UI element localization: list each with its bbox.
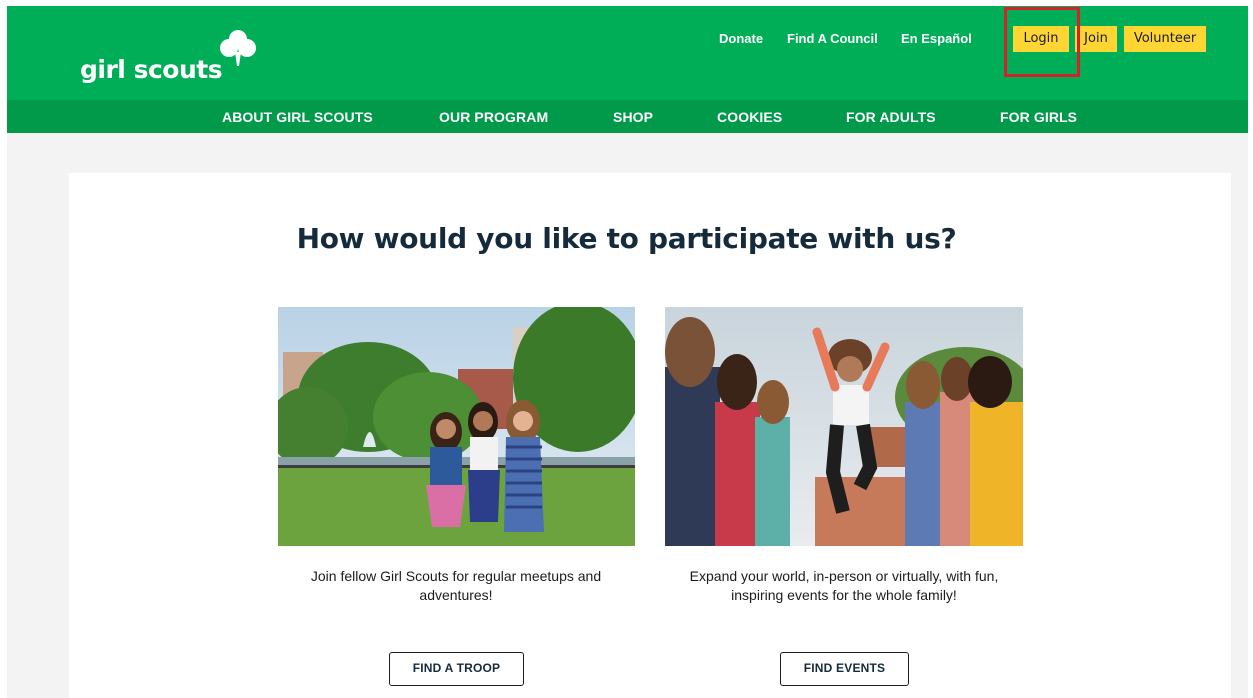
page-title: How would you like to participate with u…: [296, 222, 957, 255]
find-events-button[interactable]: FIND EVENTS: [780, 652, 909, 686]
events-description: Expand your world, in-person or virtuall…: [689, 568, 999, 603]
right-edge: [1248, 0, 1253, 698]
nav-for-adults[interactable]: FOR ADULTS: [846, 109, 936, 125]
left-edge: [0, 0, 7, 698]
nav-cookies[interactable]: COOKIES: [717, 109, 782, 125]
girl-scouts-logo[interactable]: girl scouts: [80, 28, 270, 88]
nav-our-program[interactable]: OUR PROGRAM: [439, 109, 548, 125]
troop-photo-image: [278, 307, 635, 546]
find-a-council-link-text[interactable]: Find A Council: [787, 31, 878, 46]
troop-description: Join fellow Girl Scouts for regular meet…: [310, 568, 602, 603]
main-navigation: ABOUT GIRL SCOUTS OUR PROGRAM SHOP COOKI…: [7, 100, 1248, 133]
join-button[interactable]: Join: [1075, 26, 1117, 52]
find-a-troop-button[interactable]: FIND A TROOP: [389, 652, 524, 686]
find-a-council-link[interactable]: Find A Council: [787, 31, 878, 51]
login-highlight-box: [1004, 7, 1080, 77]
nav-shop[interactable]: SHOP: [613, 109, 653, 125]
logo-wordmark: girl scouts: [80, 55, 223, 84]
events-photo: [665, 307, 1023, 546]
troop-photo: [278, 307, 635, 546]
nav-for-girls[interactable]: FOR GIRLS: [1000, 109, 1077, 125]
volunteer-button[interactable]: Volunteer: [1124, 26, 1206, 52]
site-header: girl scouts Donate Find A Council En Esp…: [7, 6, 1248, 100]
en-espanol-link[interactable]: En Español: [901, 31, 972, 51]
nav-about-girl-scouts[interactable]: ABOUT GIRL SCOUTS: [222, 109, 373, 125]
donate-link[interactable]: Donate: [719, 31, 763, 51]
en-espanol-link-text[interactable]: En Español: [901, 31, 972, 46]
trefoil-icon: [220, 30, 256, 66]
events-photo-image: [665, 307, 1023, 546]
page: girl scouts Donate Find A Council En Esp…: [0, 0, 1253, 698]
donate-link-text[interactable]: Donate: [719, 31, 763, 46]
